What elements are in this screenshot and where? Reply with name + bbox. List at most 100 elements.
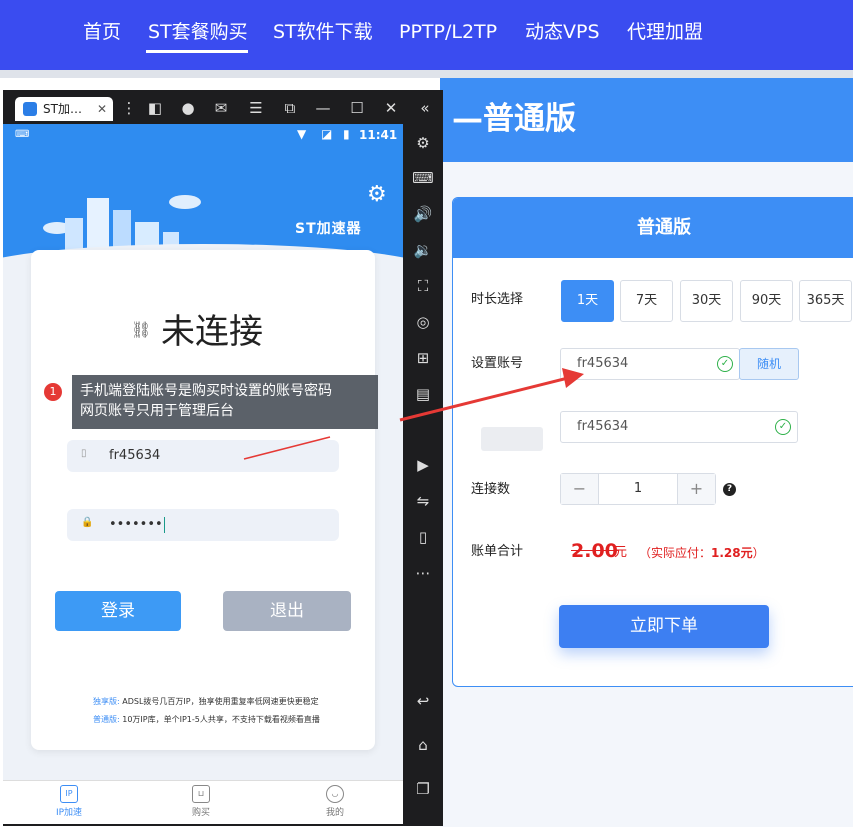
valid-check-icon: ✓ [775, 419, 791, 435]
divider [0, 70, 853, 78]
nav-st-package[interactable]: ST套餐购买 [148, 18, 248, 46]
annotation-badge: 1 [44, 383, 62, 401]
signal-icon: ◪ [321, 127, 333, 141]
username-value: fr45634 [109, 448, 161, 463]
nav-st-download[interactable]: ST软件下载 [273, 18, 373, 46]
login-card: ⛓ 未连接 ▯ fr45634 🔒 ••••••• 登录 退出 独享版: ADS… [31, 250, 375, 750]
emulator-tab[interactable]: ST加… ✕ [15, 97, 113, 121]
more-vertical-icon[interactable]: ⋮ [115, 95, 143, 121]
valid-check-icon: ✓ [717, 356, 733, 372]
bottom-nav: IP IP加速 ⊔ 购买 ◡ 我的 [3, 780, 403, 824]
minimize-icon[interactable]: — [309, 95, 337, 121]
tooltip-line-1: 手机端登陆账号是购买时设置的账号密码 [80, 383, 332, 399]
video-icon[interactable]: ▶ [405, 450, 441, 480]
nav-pptp-l2tp[interactable]: PPTP/L2TP [399, 18, 497, 46]
collapse-sidebar-icon[interactable]: « [411, 95, 439, 121]
status-time: 11:41 [359, 128, 398, 142]
lock-icon: 🔒 [81, 517, 94, 528]
profile-icon: ◡ [326, 785, 344, 803]
note-exclusive: 独享版: ADSL拨号几百万IP，独享使用重复率低网速更快更稳定 [93, 697, 319, 706]
login-button[interactable]: 登录 [55, 591, 181, 631]
card-title: 普通版 [453, 198, 853, 258]
blurred-password-label [481, 427, 543, 451]
logout-button[interactable]: 退出 [223, 591, 351, 631]
duration-30d[interactable]: 30天 [680, 280, 733, 322]
paid-price: （实际应付：1.28元） [639, 546, 765, 560]
add-icon[interactable]: ⊞ [405, 343, 441, 373]
more-icon[interactable]: ⋯ [405, 558, 441, 588]
duration-1d[interactable]: 1天 [561, 280, 614, 322]
password-input[interactable]: fr45634 ✓ [560, 411, 798, 443]
gamepad-icon[interactable]: ◧ [141, 95, 169, 121]
phone-screen: ⌨ ▼ ◪ ▮ 11:41 ⚙ ST加速器 ⛓ 未连接 ▯ fr45634 🔒 … [3, 124, 403, 824]
help-icon[interactable]: ? [723, 483, 736, 496]
account-label: 设置账号 [471, 356, 524, 371]
bottom-nav-me[interactable]: ◡ 我的 [305, 785, 365, 818]
password-value: ••••••• [109, 516, 165, 533]
status-bar: ⌨ ▼ ◪ ▮ 11:41 [3, 124, 403, 148]
order-button[interactable]: 立即下单 [559, 605, 769, 648]
purchase-card: 普通版 时长选择 1天 7天 30天 90天 365天 设置账号 fr45634… [452, 197, 853, 687]
duration-7d[interactable]: 7天 [620, 280, 673, 322]
sync-icon[interactable]: ⇋ [405, 486, 441, 516]
duration-90d[interactable]: 90天 [740, 280, 793, 322]
nav-active-indicator [146, 50, 248, 53]
password-field[interactable]: 🔒 ••••••• [67, 509, 339, 541]
app-logo-icon [23, 102, 37, 116]
screenshot-icon[interactable]: ⛶ [405, 271, 441, 301]
apk-icon[interactable]: ▤ [405, 379, 441, 409]
gear-icon[interactable]: ⚙ [367, 183, 387, 207]
connections-label: 连接数 [471, 482, 511, 497]
ip-icon: IP [60, 785, 78, 803]
duration-label: 时长选择 [471, 292, 524, 307]
connections-stepper: − 1 + [560, 473, 716, 505]
shake-icon[interactable]: ▯ [405, 522, 441, 552]
paid-amount: 1.28元 [711, 546, 753, 560]
total-label: 账单合计 [471, 544, 524, 559]
tab-title: ST加… [43, 102, 82, 116]
shopping-bag-icon: ⊔ [192, 785, 210, 803]
record-icon[interactable]: ◎ [405, 307, 441, 337]
keyboard-status-icon: ⌨ [15, 129, 30, 140]
note-standard: 普通版: 10万IP库，单个IP1-5人共享，不支持下载看视频看直播 [93, 715, 320, 724]
back-icon[interactable]: ↩ [405, 686, 441, 716]
volume-down-icon[interactable]: 🔉 [405, 235, 441, 265]
page-title: —普通版 [452, 101, 576, 137]
keyboard-icon[interactable]: ⌨ [405, 163, 441, 193]
home-icon[interactable]: ⌂ [405, 730, 441, 760]
phone-icon: ▯ [81, 448, 87, 459]
random-button[interactable]: 随机 [739, 348, 799, 380]
top-nav: 首页 ST套餐购买 ST软件下载 PPTP/L2TP 动态VPS 代理加盟 [0, 0, 853, 70]
menu-icon[interactable]: ☰ [242, 95, 270, 121]
bottom-nav-buy[interactable]: ⊔ 购买 [171, 785, 231, 818]
bottom-nav-ip[interactable]: IP IP加速 [39, 785, 99, 818]
tooltip-line-2: 网页账号只用于管理后台 [80, 403, 234, 419]
account-input[interactable]: fr45634 ✓ [560, 348, 740, 380]
wifi-icon: ▼ [297, 127, 307, 141]
message-icon[interactable]: ✉ [207, 95, 235, 121]
volume-up-icon[interactable]: 🔊 [405, 199, 441, 229]
recent-apps-icon[interactable]: ❐ [405, 774, 441, 804]
duration-365d[interactable]: 365天 [799, 280, 852, 322]
nav-home[interactable]: 首页 [83, 18, 121, 46]
settings-icon[interactable]: ⚙ [405, 128, 441, 158]
username-field[interactable]: ▯ fr45634 [67, 440, 339, 472]
user-icon[interactable]: ● [174, 95, 202, 121]
maximize-icon[interactable]: ☐ [343, 95, 371, 121]
annotation-tooltip: 手机端登陆账号是购买时设置的账号密码 网页账号只用于管理后台 [72, 375, 378, 429]
price-currency: 元 [614, 545, 628, 560]
decrement-button[interactable]: − [561, 474, 599, 504]
increment-button[interactable]: + [677, 474, 715, 504]
shrink-icon[interactable]: ⧉ [276, 95, 304, 121]
connection-status: 未连接 [161, 312, 263, 352]
connections-value[interactable]: 1 [599, 474, 677, 504]
nav-agent[interactable]: 代理加盟 [627, 18, 703, 46]
password-value: fr45634 [577, 419, 629, 434]
app-name: ST加速器 [295, 221, 362, 237]
close-window-icon[interactable]: ✕ [377, 95, 405, 121]
link-broken-icon: ⛓ [131, 320, 152, 339]
account-value: fr45634 [577, 356, 629, 371]
nav-dynamic-vps[interactable]: 动态VPS [525, 18, 600, 46]
close-tab-icon[interactable]: ✕ [97, 100, 107, 118]
battery-icon: ▮ [343, 127, 350, 141]
